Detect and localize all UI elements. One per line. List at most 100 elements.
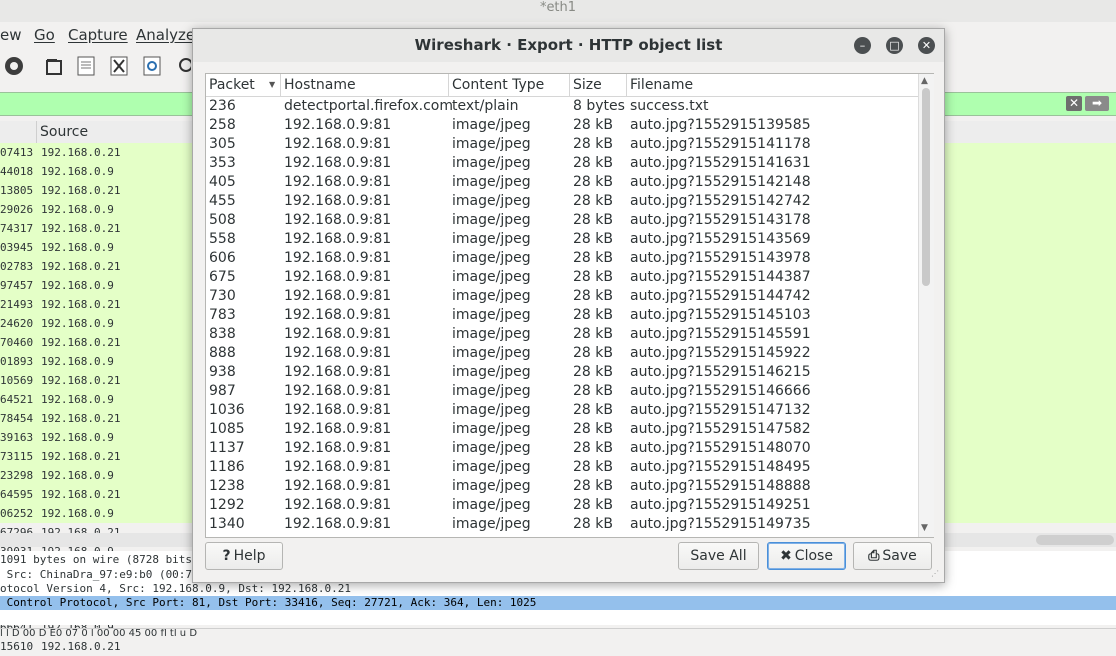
save-button[interactable]: ⎙ Save: [853, 542, 932, 570]
cell-content-type: text/plain: [452, 98, 519, 114]
table-row[interactable]: 558 192.168.0.9:81 image/jpeg 28 kB auto.jpg…: [206, 230, 918, 249]
column-packet[interactable]: Packet ▼: [206, 74, 281, 96]
maximize-icon[interactable]: □: [886, 37, 903, 54]
cell-filename: auto.jpg?1552915147582: [630, 421, 811, 437]
table-row[interactable]: 305 192.168.0.9:81 image/jpeg 28 kB auto.jpg…: [206, 135, 918, 154]
cell-packet: 258: [209, 117, 236, 133]
table-row[interactable]: 1036 192.168.0.9:81 image/jpeg 28 kB auto.jp…: [206, 401, 918, 420]
save-all-button[interactable]: Save All: [678, 542, 759, 570]
table-row[interactable]: 1340 192.168.0.9:81 image/jpeg 28 kB auto.jp…: [206, 515, 918, 534]
cell-size: 28 kB: [573, 459, 613, 475]
cell-packet: 353: [209, 155, 236, 171]
cell-hostname: 192.168.0.9:81: [284, 364, 392, 380]
cell-content-type: image/jpeg: [452, 231, 531, 247]
detail-tcp[interactable]: Control Protocol, Src Port: 81, Dst Port…: [0, 596, 1116, 610]
cell-size: 28 kB: [573, 478, 613, 494]
column-size[interactable]: Size: [570, 74, 627, 96]
cell-content-type: image/jpeg: [452, 250, 531, 266]
open-file-icon[interactable]: [42, 53, 66, 79]
column-source[interactable]: Source: [40, 121, 88, 143]
table-row[interactable]: 1238 192.168.0.9:81 image/jpeg 28 kB auto.jp…: [206, 477, 918, 496]
cell-hostname: 192.168.0.9:81: [284, 212, 392, 228]
scroll-down-icon[interactable]: ▼: [921, 523, 928, 533]
packet-time: 73115: [0, 450, 34, 463]
packet-source: 192.168.0.21: [41, 450, 121, 463]
menu-view[interactable]: ew: [0, 22, 22, 48]
table-row[interactable]: 455 192.168.0.9:81 image/jpeg 28 kB auto.jpg…: [206, 192, 918, 211]
table-row[interactable]: 730 192.168.0.9:81 image/jpeg 28 kB auto.jpg…: [206, 287, 918, 306]
cell-filename: auto.jpg?1552915148495: [630, 459, 811, 475]
close-window-icon[interactable]: ✕: [918, 37, 935, 54]
menu-go[interactable]: Go: [34, 22, 55, 48]
cell-content-type: image/jpeg: [452, 136, 531, 152]
cell-filename: auto.jpg?1552915144387: [630, 269, 811, 285]
apply-filter-icon[interactable]: ➡: [1085, 96, 1109, 111]
minimize-icon[interactable]: –: [854, 37, 871, 54]
cell-hostname: 192.168.0.9:81: [284, 136, 392, 152]
cell-packet: 1340: [209, 516, 245, 532]
table-row[interactable]: 1085 192.168.0.9:81 image/jpeg 28 kB auto.jp…: [206, 420, 918, 439]
dialog-titlebar[interactable]: Wireshark · Export · HTTP object list – …: [193, 29, 944, 62]
table-row[interactable]: 783 192.168.0.9:81 image/jpeg 28 kB auto.jpg…: [206, 306, 918, 325]
table-row[interactable]: 258 192.168.0.9:81 image/jpeg 28 kB auto.jpg…: [206, 116, 918, 135]
help-label: Help: [233, 548, 266, 564]
cell-size: 28 kB: [573, 345, 613, 361]
cell-filename: auto.jpg?1552915148070: [630, 440, 811, 456]
clear-filter-icon[interactable]: ✕: [1066, 96, 1082, 111]
menu-analyze[interactable]: Analyze: [136, 22, 195, 48]
table-row[interactable]: 405 192.168.0.9:81 image/jpeg 28 kB auto.jpg…: [206, 173, 918, 192]
close-file-icon[interactable]: [107, 53, 131, 79]
cell-size: 28 kB: [573, 250, 613, 266]
scroll-up-icon[interactable]: ▲: [921, 76, 928, 86]
cell-hostname: 192.168.0.9:81: [284, 497, 392, 513]
save-file-icon[interactable]: [74, 53, 98, 79]
save-icon: ⎙: [868, 548, 880, 564]
table-row[interactable]: 1186 192.168.0.9:81 image/jpeg 28 kB auto.jp…: [206, 458, 918, 477]
table-row[interactable]: 353 192.168.0.9:81 image/jpeg 28 kB auto.jpg…: [206, 154, 918, 173]
resize-grip-icon[interactable]: ⋰: [931, 569, 941, 579]
cell-packet: 730: [209, 288, 236, 304]
cell-size: 28 kB: [573, 497, 613, 513]
close-button[interactable]: ✖ Close: [767, 542, 846, 570]
table-row[interactable]: 1292 192.168.0.9:81 image/jpeg 28 kB auto.jp…: [206, 496, 918, 515]
cell-size: 28 kB: [573, 193, 613, 209]
cell-content-type: image/jpeg: [452, 497, 531, 513]
reload-file-icon[interactable]: [140, 53, 164, 79]
capture-options-icon[interactable]: [2, 53, 26, 79]
column-hostname[interactable]: Hostname: [281, 74, 449, 96]
table-row[interactable]: 987 192.168.0.9:81 image/jpeg 28 kB auto.jpg…: [206, 382, 918, 401]
packet-source: 192.168.0.9: [41, 279, 114, 292]
table-row[interactable]: 888 192.168.0.9:81 image/jpeg 28 kB auto.jpg…: [206, 344, 918, 363]
cell-size: 28 kB: [573, 516, 613, 532]
cell-size: 28 kB: [573, 307, 613, 323]
cell-size: 28 kB: [573, 421, 613, 437]
cell-packet: 1036: [209, 402, 245, 418]
table-row[interactable]: 508 192.168.0.9:81 image/jpeg 28 kB auto.jpg…: [206, 211, 918, 230]
packet-source: 192.168.0.21: [41, 222, 121, 235]
packet-source: 192.168.0.9: [41, 165, 114, 178]
table-row[interactable]: 675 192.168.0.9:81 image/jpeg 28 kB auto.jpg…: [206, 268, 918, 287]
cell-packet: 1292: [209, 497, 245, 513]
table-row[interactable]: 938 192.168.0.9:81 image/jpeg 28 kB auto.jpg…: [206, 363, 918, 382]
table-vscrollbar[interactable]: ▲ ▼: [918, 74, 934, 537]
menu-capture[interactable]: Capture: [68, 22, 128, 48]
help-button[interactable]: ? Help: [205, 542, 283, 570]
packet-row[interactable]: 15610 192.168.0.21: [0, 637, 1116, 656]
cell-size: 28 kB: [573, 288, 613, 304]
table-row[interactable]: 236 detectportal.firefox.com text/plain 8 b…: [206, 97, 918, 116]
cell-content-type: image/jpeg: [452, 307, 531, 323]
scroll-thumb[interactable]: [922, 88, 930, 286]
column-filename[interactable]: Filename: [627, 74, 918, 96]
find-packet-icon[interactable]: [176, 53, 192, 79]
detail-ip[interactable]: otocol Version 4, Src: 192.168.0.9, Dst:…: [0, 582, 1116, 596]
packet-time: 15610: [0, 640, 34, 653]
packet-source: 192.168.0.9: [41, 355, 114, 368]
cell-hostname: 192.168.0.9:81: [284, 459, 392, 475]
cell-hostname: 192.168.0.9:81: [284, 440, 392, 456]
cell-packet: 455: [209, 193, 236, 209]
table-row[interactable]: 1137 192.168.0.9:81 image/jpeg 28 kB auto.jp…: [206, 439, 918, 458]
cell-content-type: image/jpeg: [452, 364, 531, 380]
column-content-type[interactable]: Content Type: [449, 74, 570, 96]
table-row[interactable]: 838 192.168.0.9:81 image/jpeg 28 kB auto.jpg…: [206, 325, 918, 344]
table-row[interactable]: 606 192.168.0.9:81 image/jpeg 28 kB auto.jpg…: [206, 249, 918, 268]
